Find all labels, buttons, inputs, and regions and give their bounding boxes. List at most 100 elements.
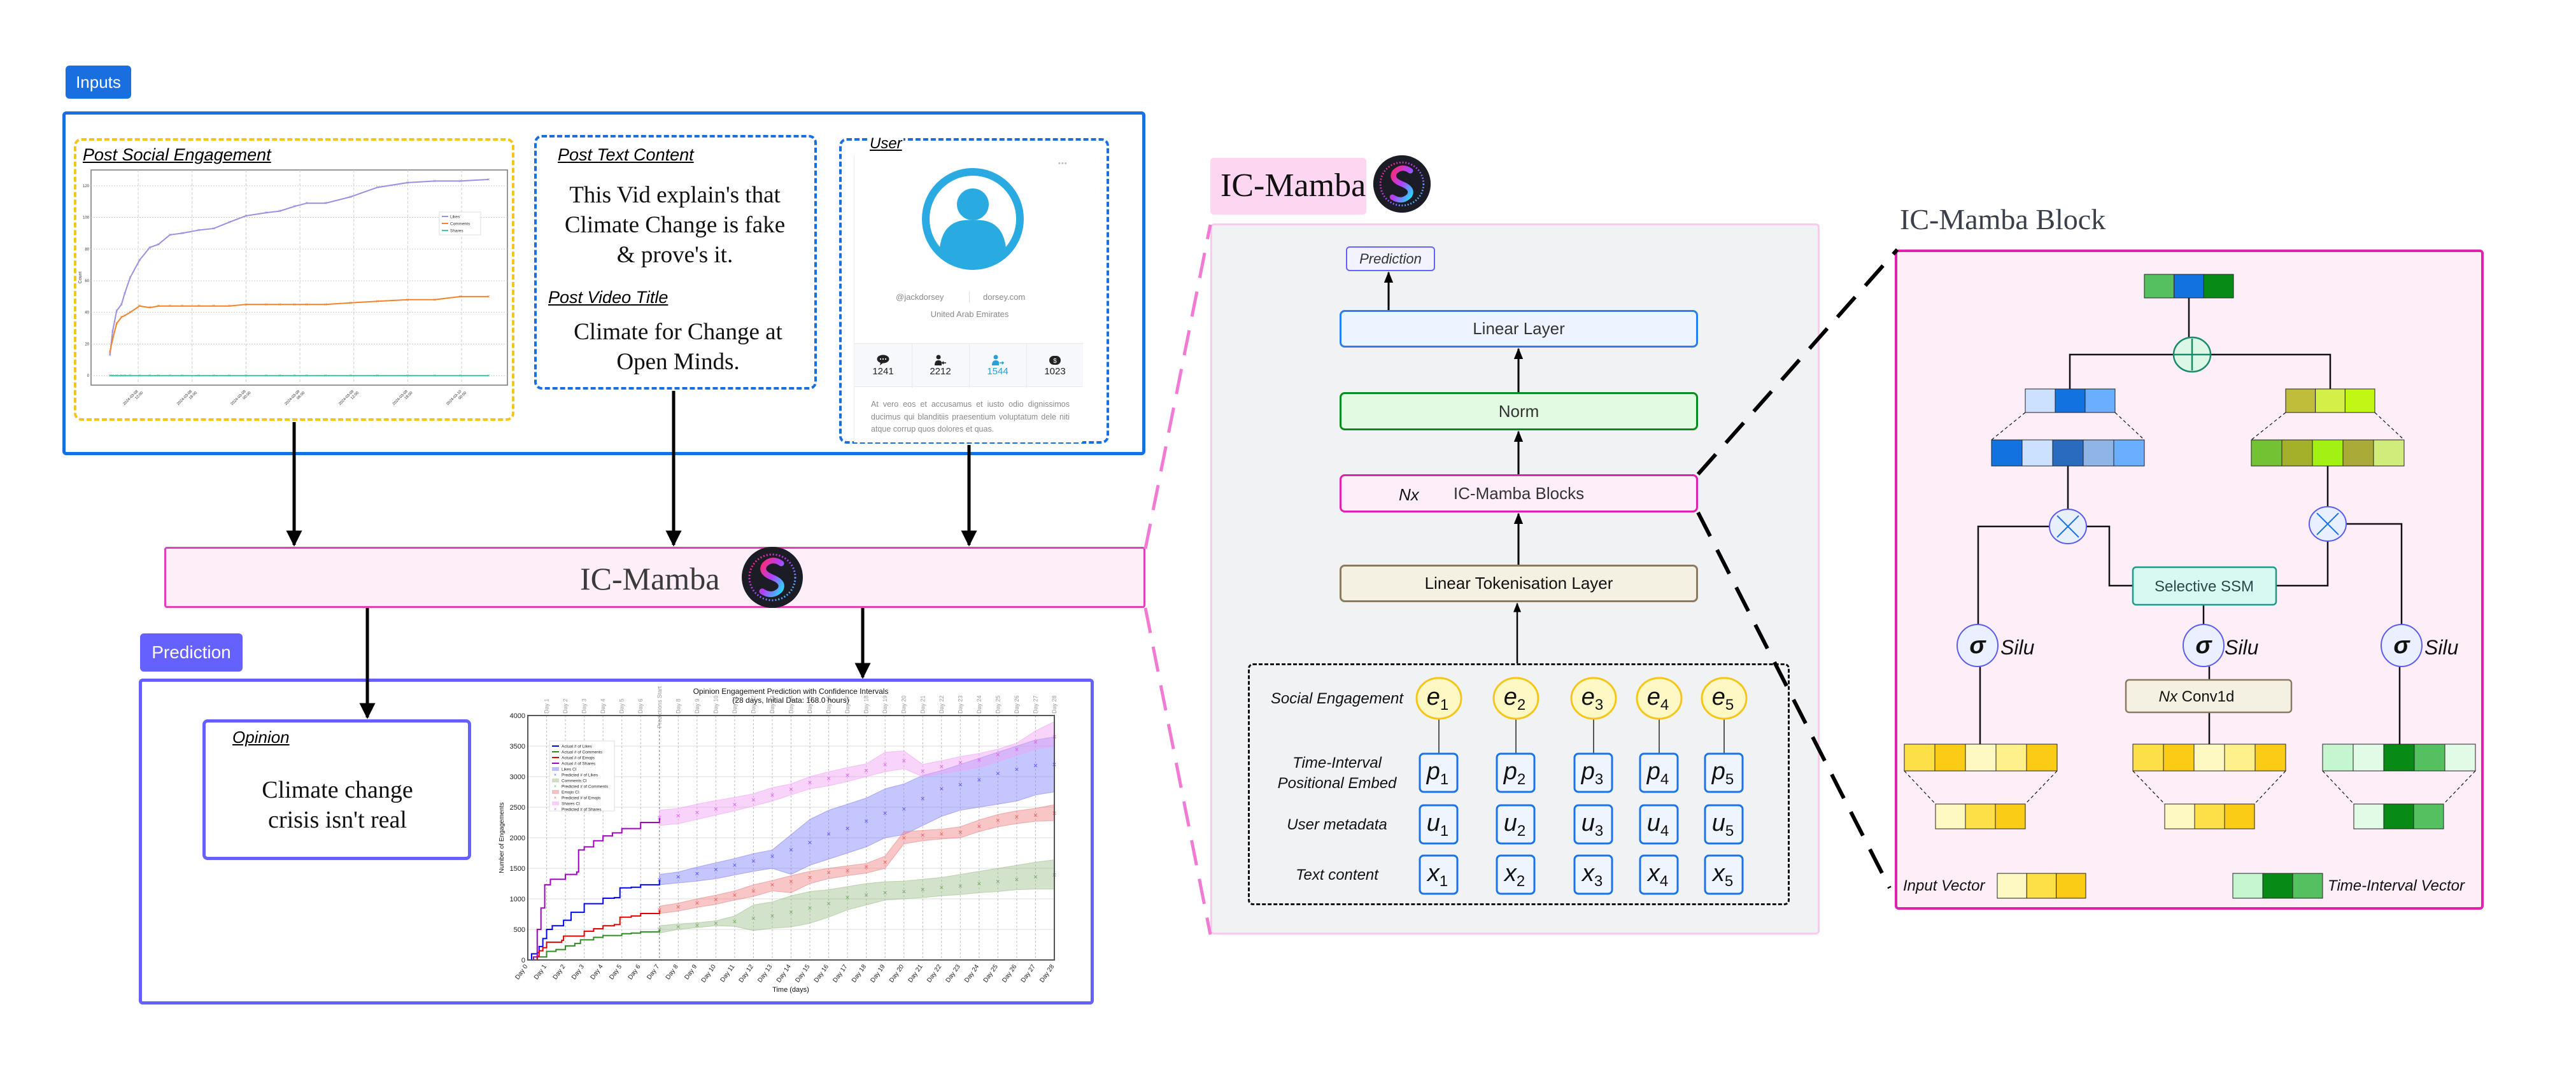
day-top-label: Day 27	[1032, 695, 1038, 714]
token-symbol: p	[1503, 758, 1517, 785]
predicted-marker: ×	[732, 861, 737, 870]
predicted-marker: ×	[751, 795, 756, 804]
token-index: 2	[1517, 873, 1525, 890]
data-marker: ×	[124, 290, 127, 296]
predicted-marker: ×	[996, 769, 1000, 778]
token-index: 4	[1660, 771, 1669, 788]
feature-vector-cell	[2383, 744, 2415, 772]
data-marker: ×	[115, 308, 118, 314]
x-tick-label: Day 6	[627, 963, 642, 981]
right-big-vector-cell	[2281, 439, 2313, 467]
line	[1977, 525, 2049, 624]
legend-input-vector-cell	[2026, 873, 2057, 899]
day-top-label: Day 2	[562, 698, 569, 714]
data-marker: ×	[157, 373, 160, 379]
data-marker: ×	[324, 201, 327, 206]
data-marker: ×	[244, 213, 248, 219]
data-marker: ×	[487, 176, 490, 182]
token-symbol: x	[1426, 860, 1441, 887]
predicted-marker: ×	[1033, 872, 1038, 881]
token-index: 4	[1660, 822, 1669, 840]
data-marker: ×	[349, 373, 352, 379]
dashed-expand	[2322, 770, 2354, 805]
feature-vector-cell	[2163, 744, 2195, 772]
day-top-label: Day 3	[581, 698, 588, 714]
day-top-label: Day 6	[637, 698, 644, 714]
data-marker: ×	[181, 230, 184, 236]
token-symbol: p	[1581, 758, 1595, 785]
data-marker: ×	[197, 303, 201, 309]
token-index: 3	[1595, 822, 1603, 840]
predicted-marker: ×	[1014, 812, 1019, 821]
token-symbol: x	[1581, 860, 1596, 887]
data-marker: ×	[433, 373, 436, 379]
predicted-marker: ×	[864, 891, 868, 899]
dashed-expand	[1904, 770, 1936, 805]
predicted-marker: ×	[883, 760, 888, 769]
right-big-vector-cell	[2312, 439, 2344, 467]
x-tick-label: Day 23	[945, 963, 962, 984]
predicted-marker: ×	[676, 811, 681, 820]
predicted-marker: ×	[695, 870, 699, 878]
predicted-marker: ×	[676, 872, 681, 881]
left-small-vector-cell	[2055, 388, 2086, 413]
token-symbol: p	[1426, 758, 1440, 785]
x-tick-label: Day 25	[982, 963, 1000, 984]
token-symbol: e	[1647, 684, 1660, 710]
chart-title: Opinion Engagement Prediction with Confi…	[693, 687, 889, 696]
predicted-marker: ×	[883, 857, 888, 866]
reduced-vector-cell	[2164, 803, 2195, 829]
predicted-marker: ×	[864, 766, 868, 775]
predicted-marker: ×	[846, 824, 850, 833]
data-marker: ×	[111, 336, 115, 342]
chart-subtitle: (28 days, Initial Data: 168.0 hours)	[732, 696, 849, 705]
token-symbol: e	[1582, 684, 1595, 710]
right-big-vector-cell	[2342, 439, 2374, 467]
predicted-marker: ×	[714, 865, 718, 874]
day-top-label: Day 22	[938, 695, 945, 714]
feature-vector-cell	[2322, 744, 2354, 772]
data-marker: ×	[129, 373, 132, 379]
data-marker: ×	[244, 373, 248, 379]
predicted-marker: ×	[939, 883, 944, 892]
token-index: 3	[1594, 873, 1603, 890]
day-top-label: Day 25	[994, 695, 1001, 714]
data-marker: ×	[305, 373, 308, 379]
data-marker: ×	[487, 373, 490, 379]
data-marker: ×	[265, 210, 268, 216]
x-tick-label: 2024-03-0818:00	[176, 388, 198, 409]
day-top-label: Day 28	[1051, 695, 1058, 714]
legend-input-vector-cell	[2056, 873, 2086, 899]
predicted-marker: ×	[939, 763, 944, 772]
predicted-marker: ×	[977, 775, 981, 784]
predicted-marker: ×	[1014, 745, 1019, 754]
line	[2346, 523, 2403, 624]
data-marker: ×	[324, 373, 327, 379]
x-tick-label: Day 28	[1038, 963, 1056, 984]
predicted-marker: ×	[902, 833, 906, 842]
data-marker: ×	[157, 241, 160, 247]
x-tick-label: Day 15	[794, 963, 811, 984]
data-marker: ×	[115, 373, 118, 379]
y-tick-label: 500	[514, 926, 525, 934]
data-marker: ×	[212, 225, 215, 231]
predicted-marker: ×	[996, 816, 1000, 825]
predicted-marker: ×	[808, 838, 812, 847]
dashed-expand	[2114, 412, 2145, 441]
x-tick-label: Day 3	[570, 963, 586, 981]
data-marker: ×	[212, 373, 215, 379]
y-tick-label: 1000	[510, 896, 525, 903]
data-marker: ×	[433, 178, 436, 184]
predicted-marker: ×	[714, 895, 718, 904]
x-axis-label: Time (days)	[772, 986, 809, 994]
data-marker: ×	[181, 303, 184, 309]
reduced-vector-cell	[1965, 803, 1996, 829]
left-big-vector-cell	[2021, 439, 2053, 467]
data-marker: ×	[459, 293, 462, 299]
data-marker: ×	[406, 180, 409, 185]
zoom-connector	[1143, 607, 1212, 935]
legend-label: Predicted # of Emojis	[562, 796, 601, 801]
day-top-label: Day 23	[957, 695, 963, 714]
left-big-vector-cell	[2083, 439, 2114, 467]
data-marker: ×	[169, 232, 172, 237]
